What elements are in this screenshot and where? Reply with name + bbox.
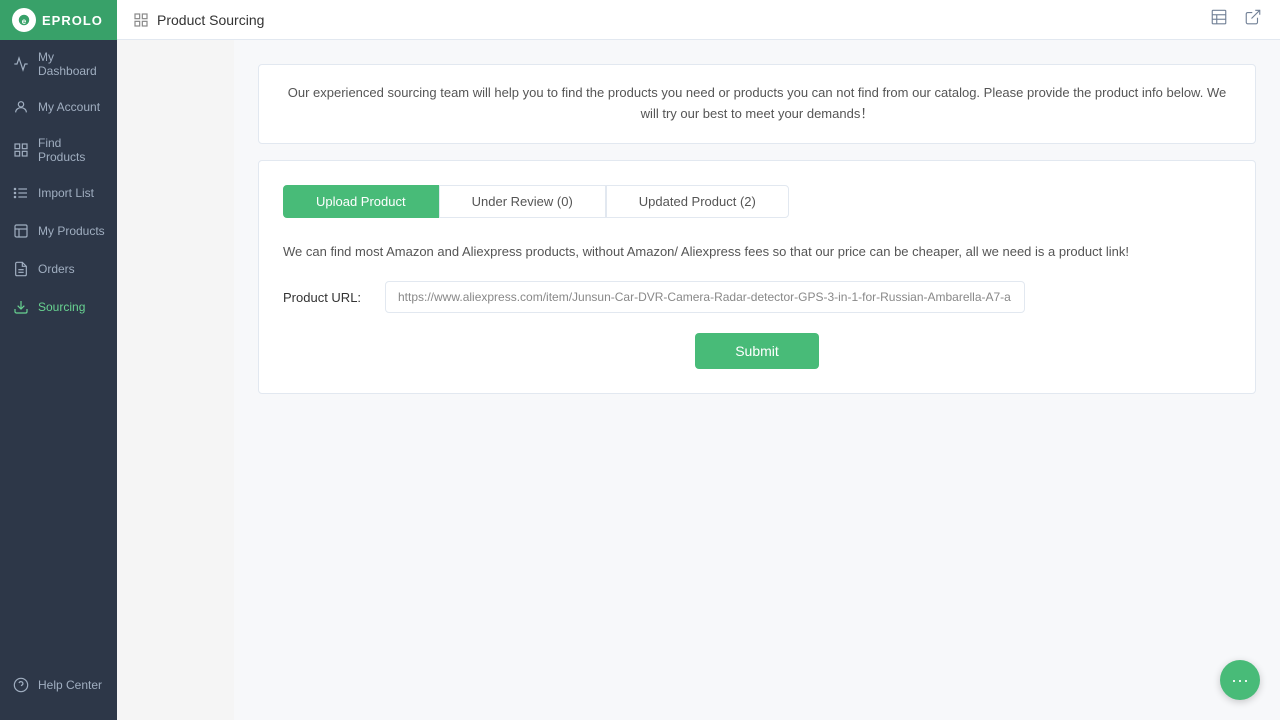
box-icon <box>12 222 30 240</box>
tab-section: Upload Product Under Review (0) Updated … <box>258 160 1256 395</box>
topbar: Product Sourcing <box>117 0 1280 40</box>
sidebar-item-dashboard[interactable]: My Dashboard <box>0 40 117 88</box>
sourcing-icon <box>12 298 30 316</box>
sidebar-item-sourcing[interactable]: Sourcing <box>0 288 117 326</box>
sidebar-item-label: Import List <box>38 186 94 200</box>
user-icon <box>12 98 30 116</box>
chat-icon: ··· <box>1231 670 1249 691</box>
info-banner: Our experienced sourcing team will help … <box>258 64 1256 144</box>
submit-button[interactable]: Submit <box>695 333 819 369</box>
orders-icon <box>12 260 30 278</box>
sidebar-item-label: Sourcing <box>38 300 85 314</box>
sidebar-item-import-list[interactable]: Import List <box>0 174 117 212</box>
sidebar-item-label: My Dashboard <box>38 50 105 78</box>
help-icon <box>12 676 30 694</box>
sidebar-item-label: Find Products <box>38 136 105 164</box>
topbar-grid-icon <box>133 12 149 28</box>
sidebar-item-orders[interactable]: Orders <box>0 250 117 288</box>
tab-updated-product[interactable]: Updated Product (2) <box>606 185 789 218</box>
topbar-table-icon[interactable] <box>1208 6 1230 33</box>
sidebar-item-account[interactable]: My Account <box>0 88 117 126</box>
logo-icon: e <box>12 8 36 32</box>
svg-text:e: e <box>22 17 27 26</box>
sidebar-item-label: Help Center <box>38 678 102 692</box>
submit-area: Submit <box>283 333 1231 369</box>
sidebar-item-label: My Products <box>38 224 105 238</box>
sidebar-logo: e EPROLO <box>0 0 117 40</box>
logo-text: EPROLO <box>42 13 103 28</box>
page-title: Product Sourcing <box>157 12 264 28</box>
upload-hint: We can find most Amazon and Aliexpress p… <box>283 242 1231 262</box>
sidebar-item-find-products[interactable]: Find Products <box>0 126 117 174</box>
tab-under-review[interactable]: Under Review (0) <box>439 185 606 218</box>
sidebar-item-help-center[interactable]: Help Center <box>0 666 117 704</box>
chat-bubble[interactable]: ··· <box>1220 660 1260 700</box>
sidebar-item-label: Orders <box>38 262 75 276</box>
main-content: Our experienced sourcing team will help … <box>234 40 1280 720</box>
tab-buttons: Upload Product Under Review (0) Updated … <box>283 185 1231 218</box>
page-title-area: Product Sourcing <box>133 12 1200 28</box>
product-url-label: Product URL: <box>283 290 373 305</box>
chart-line-icon <box>12 55 30 73</box>
list-icon <box>12 184 30 202</box>
product-url-row: Product URL: <box>283 281 1231 313</box>
grid-icon <box>12 141 30 159</box>
info-banner-text: Our experienced sourcing team will help … <box>288 85 1226 121</box>
topbar-icons <box>1208 6 1264 33</box>
tab-upload-product[interactable]: Upload Product <box>283 185 439 218</box>
sidebar: e EPROLO My Dashboard My Account Find Pr… <box>0 0 117 720</box>
sidebar-item-label: My Account <box>38 100 100 114</box>
topbar-external-link-icon[interactable] <box>1242 6 1264 33</box>
product-url-input[interactable] <box>385 281 1025 313</box>
sidebar-item-my-products[interactable]: My Products <box>0 212 117 250</box>
sidebar-bottom: Help Center <box>0 666 117 720</box>
